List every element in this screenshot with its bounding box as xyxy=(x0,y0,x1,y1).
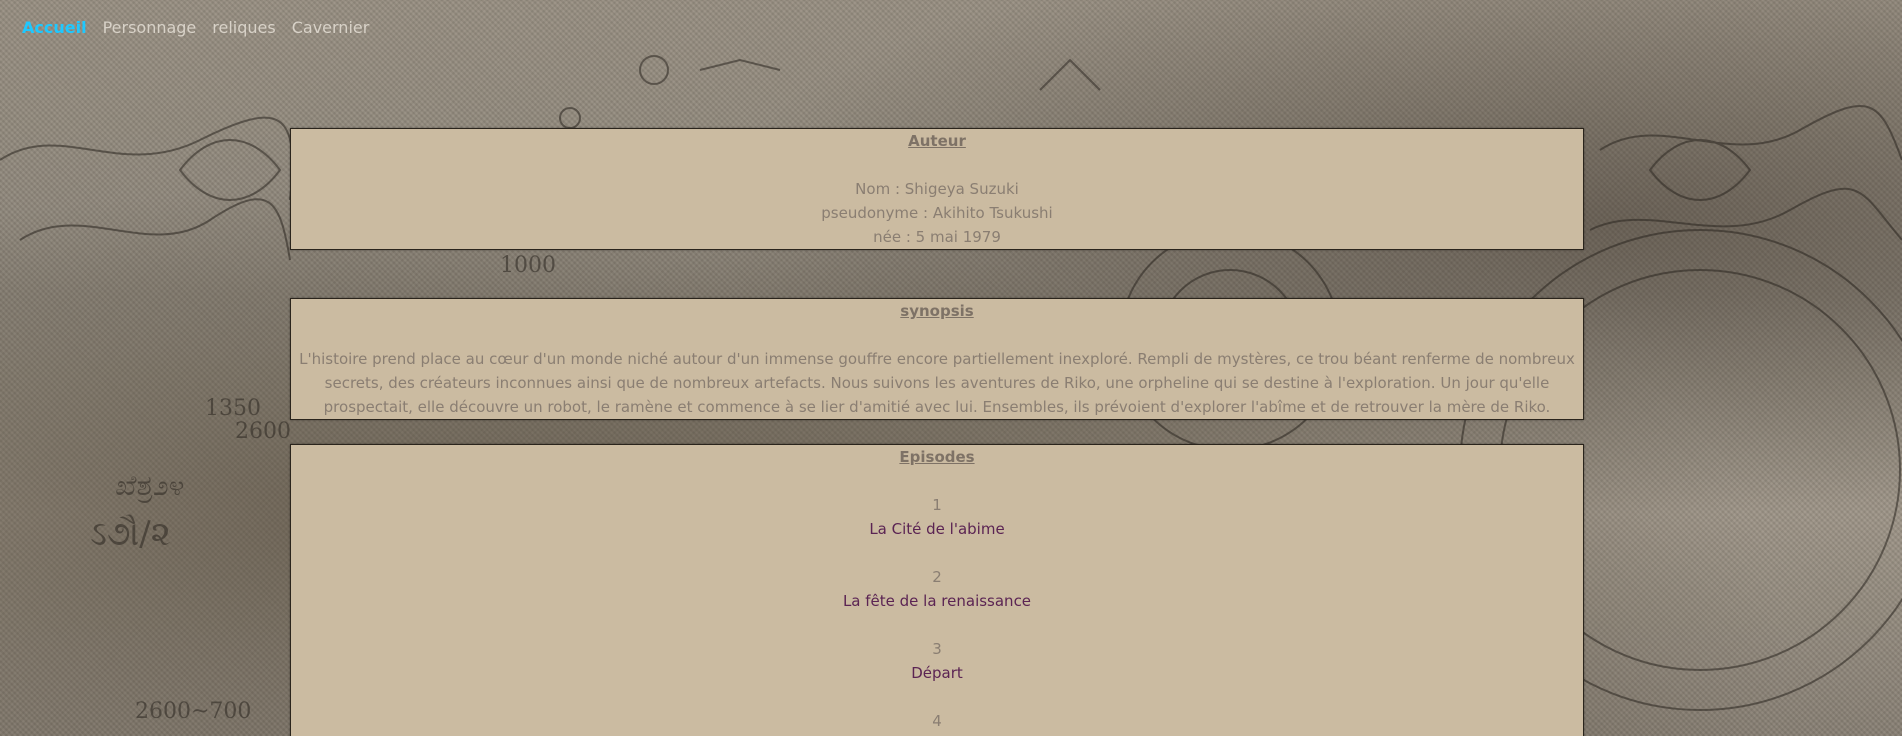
episode-number: 2 xyxy=(932,568,942,586)
author-panel: Auteur Nom : Shigeya Suzuki pseudonyme :… xyxy=(290,128,1584,250)
top-navigation: Accueil Personnage reliques Cavernier xyxy=(22,18,369,37)
nav-link-cavernier[interactable]: Cavernier xyxy=(292,18,370,37)
nav-link-accueil[interactable]: Accueil xyxy=(22,18,87,37)
episode-link[interactable]: La fête de la renaissance xyxy=(291,589,1583,613)
nav-link-personnage[interactable]: Personnage xyxy=(103,18,197,37)
svg-text:2600~700: 2600~700 xyxy=(135,699,251,724)
svg-text:ઽ૭ૌ/૨: ઽ૭ૌ/૨ xyxy=(90,514,171,554)
svg-text:1350: 1350 xyxy=(205,396,261,421)
nav-link-reliques[interactable]: reliques xyxy=(212,18,275,37)
svg-text:1000: 1000 xyxy=(500,253,556,278)
episodes-title: Episodes xyxy=(899,448,975,466)
episode-link[interactable]: La Cité de l'abime xyxy=(291,517,1583,541)
author-pseudonym: pseudonyme : Akihito Tsukushi xyxy=(821,204,1053,222)
episodes-panel: Episodes 1 La Cité de l'abime 2 La fête … xyxy=(290,444,1584,736)
synopsis-text: L'histoire prend place au cœur d'un mond… xyxy=(299,350,1575,416)
episode-number: 1 xyxy=(932,496,942,514)
svg-text:2600: 2600 xyxy=(235,419,291,444)
episode-number: 3 xyxy=(932,640,942,658)
episode-link[interactable]: Départ xyxy=(291,661,1583,685)
synopsis-panel: synopsis L'histoire prend place au cœur … xyxy=(290,298,1584,420)
synopsis-title: synopsis xyxy=(900,302,974,320)
author-birthdate: née : 5 mai 1979 xyxy=(873,228,1001,246)
svg-text:ಖೆಶ್ರ೨೪: ಖೆಶ್ರ೨೪ xyxy=(115,469,184,503)
episode-number: 4 xyxy=(932,712,942,730)
author-title: Auteur xyxy=(908,132,966,150)
author-name: Nom : Shigeya Suzuki xyxy=(855,180,1019,198)
